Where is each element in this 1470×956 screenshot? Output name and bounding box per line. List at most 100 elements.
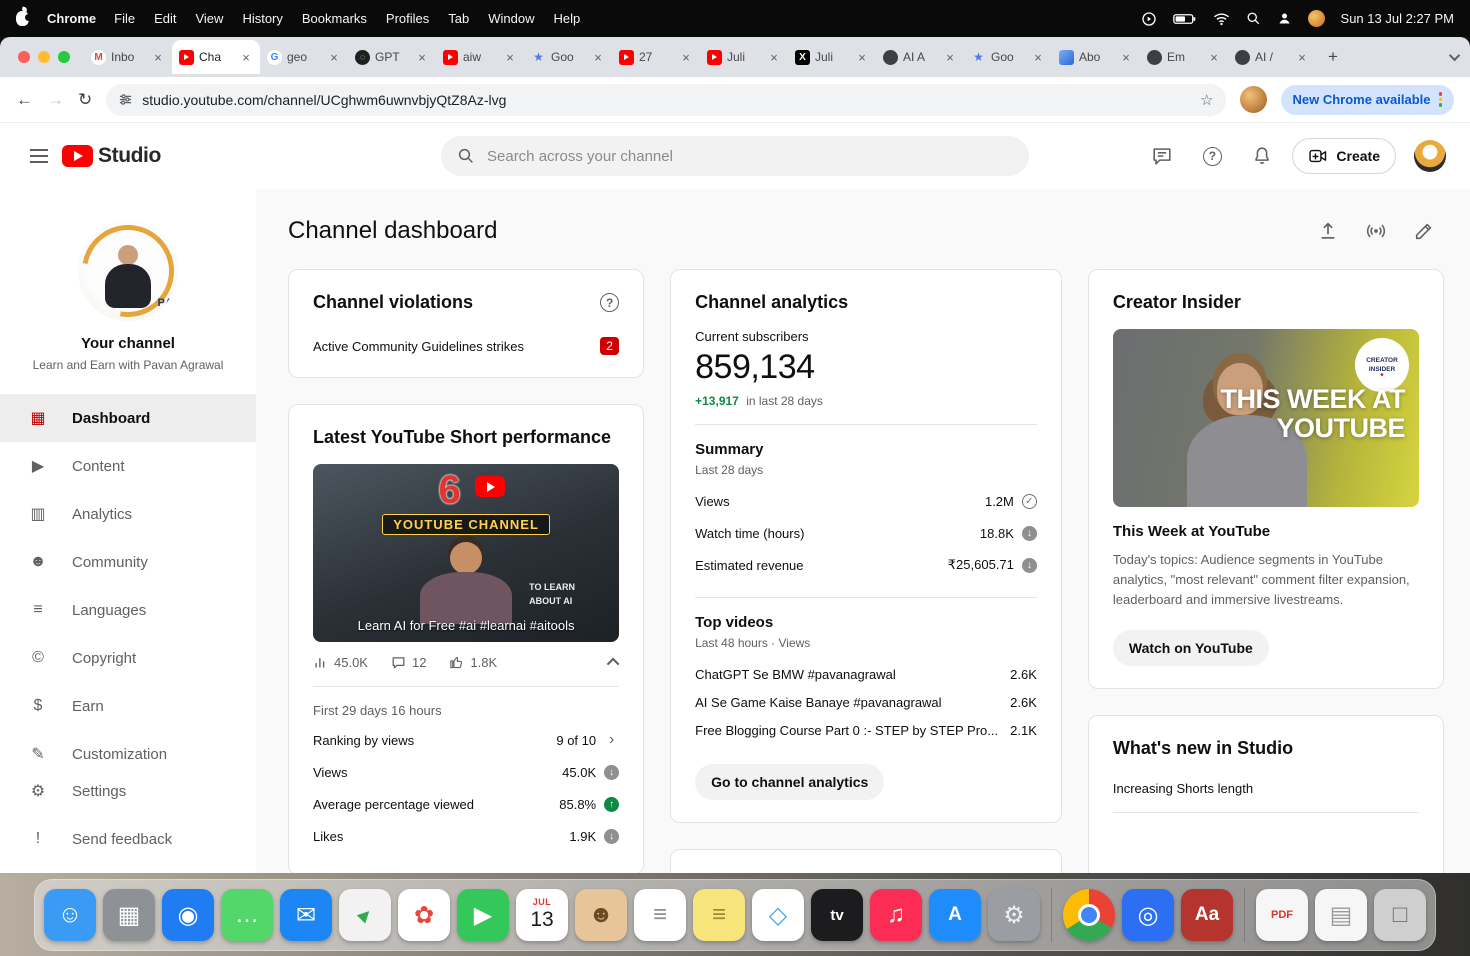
tab-close-icon[interactable]: [767, 50, 781, 64]
user-switch-icon[interactable]: [1277, 11, 1292, 26]
notes-icon[interactable]: ≡: [693, 889, 745, 941]
appstore-icon[interactable]: A: [929, 889, 981, 941]
studio-search-bar[interactable]: [441, 136, 1029, 176]
launchpad-icon[interactable]: ▦: [103, 889, 155, 941]
top-video-row[interactable]: ChatGPT Se BMW #pavanagrawal 2.6K: [695, 660, 1037, 688]
tab-close-icon[interactable]: [591, 50, 605, 64]
sidebar-item-settings[interactable]: ⚙ Settings: [0, 767, 256, 815]
watch-on-youtube-button[interactable]: Watch on YouTube: [1113, 630, 1269, 666]
violations-help-icon[interactable]: [600, 293, 619, 312]
browser-tab[interactable]: Abo: [1052, 40, 1140, 74]
site-settings-icon[interactable]: [118, 92, 133, 107]
freeform-icon[interactable]: ◇: [752, 889, 804, 941]
browser-tab[interactable]: GPT: [348, 40, 436, 74]
short-metric-row[interactable]: Average percentage viewed 85.8%: [313, 788, 619, 820]
bookmark-star-icon[interactable]: [1200, 91, 1213, 109]
browser-tab[interactable]: Juli: [788, 40, 876, 74]
browser-tab[interactable]: 27: [612, 40, 700, 74]
menubar-item[interactable]: File: [114, 11, 135, 26]
calendar-icon[interactable]: JUL 13: [516, 889, 568, 941]
menubar-avatar[interactable]: [1308, 10, 1325, 27]
menubar-item[interactable]: Profiles: [386, 11, 429, 26]
sidebar-item-content[interactable]: ▶ Content: [0, 442, 256, 490]
tab-close-icon[interactable]: [1295, 50, 1309, 64]
new-tab-button[interactable]: [1320, 44, 1346, 70]
browser-tab[interactable]: Goo: [524, 40, 612, 74]
go-to-analytics-button[interactable]: Go to channel analytics: [695, 764, 884, 800]
close-window-button[interactable]: [18, 51, 30, 63]
facetime-icon[interactable]: ▶: [457, 889, 509, 941]
browser-tab[interactable]: AI /: [1228, 40, 1316, 74]
back-button[interactable]: ←: [16, 90, 33, 110]
creator-insider-thumbnail[interactable]: CREATOR INSIDER THIS WEEK AT YOUTUBE: [1113, 329, 1419, 507]
menubar-item[interactable]: History: [242, 11, 282, 26]
edit-pencil-icon[interactable]: [1404, 211, 1444, 251]
summary-metric-row[interactable]: Watch time (hours) 18.8K: [695, 517, 1037, 549]
tab-close-icon[interactable]: [239, 50, 253, 64]
tab-close-icon[interactable]: [1031, 50, 1045, 64]
wifi-icon[interactable]: [1213, 12, 1230, 26]
minimize-window-button[interactable]: [38, 51, 50, 63]
upload-video-icon[interactable]: [1308, 211, 1348, 251]
menubar-item[interactable]: Window: [488, 11, 534, 26]
tab-close-icon[interactable]: [151, 50, 165, 64]
now-playing-icon[interactable]: [1141, 11, 1157, 27]
hamburger-menu-icon[interactable]: [30, 155, 48, 157]
sidebar-item-send-feedback[interactable]: ! Send feedback: [0, 815, 256, 863]
trash-icon[interactable]: □: [1374, 889, 1426, 941]
dictionary-icon[interactable]: Aa: [1181, 889, 1233, 941]
channel-avatar-small[interactable]: [1414, 140, 1446, 172]
tab-close-icon[interactable]: [1119, 50, 1133, 64]
top-video-row[interactable]: AI Se Game Kaise Banaye #pavanagrawal 2.…: [695, 688, 1037, 716]
sidebar-item-earn[interactable]: $ Earn: [0, 682, 256, 730]
safari-icon[interactable]: ◉: [162, 889, 214, 941]
finder-icon[interactable]: ☺: [44, 889, 96, 941]
youtube-studio-logo[interactable]: Studio: [62, 144, 161, 168]
battery-icon[interactable]: [1173, 12, 1197, 26]
browser-tab[interactable]: Juli: [700, 40, 788, 74]
whats-new-item[interactable]: Increasing Shorts length: [1113, 781, 1419, 813]
sidebar-item-dashboard[interactable]: ▦ Dashboard: [0, 394, 256, 442]
spotlight-search-icon[interactable]: [1246, 11, 1261, 26]
maps-icon[interactable]: ▲: [339, 889, 391, 941]
apple-menu-icon[interactable]: [16, 11, 29, 26]
sidebar-item-languages[interactable]: ≡ Languages: [0, 586, 256, 634]
go-live-icon[interactable]: [1356, 211, 1396, 251]
strikes-row[interactable]: Active Community Guidelines strikes 2: [313, 337, 619, 355]
browser-tab[interactable]: AI A: [876, 40, 964, 74]
short-video-thumbnail[interactable]: 6 YOUTUBE CHANNEL TO LEARN ABOUT AI Lear…: [313, 464, 619, 642]
chrome-icon[interactable]: [1063, 889, 1115, 941]
mail-icon[interactable]: ✉: [280, 889, 332, 941]
menubar-item[interactable]: Tab: [448, 11, 469, 26]
tab-close-icon[interactable]: [1207, 50, 1221, 64]
collapse-chevron-icon[interactable]: [607, 658, 620, 671]
tab-close-icon[interactable]: [327, 50, 341, 64]
active-app-menu[interactable]: Chrome: [47, 11, 96, 26]
messages-icon[interactable]: …: [221, 889, 273, 941]
forward-button[interactable]: →: [47, 90, 64, 110]
studio-search-input[interactable]: [487, 148, 1013, 165]
browser-tab[interactable]: Inbo: [84, 40, 172, 74]
blue-app-icon[interactable]: ◎: [1122, 889, 1174, 941]
notifications-bell-icon[interactable]: [1242, 136, 1282, 176]
zoom-window-button[interactable]: [58, 51, 70, 63]
menubar-item[interactable]: Bookmarks: [302, 11, 367, 26]
short-metric-row[interactable]: Views 45.0K: [313, 756, 619, 788]
channel-avatar-large[interactable]: PAVAN: [78, 221, 178, 321]
contacts-icon[interactable]: ☻: [575, 889, 627, 941]
browser-profile-avatar[interactable]: [1240, 86, 1267, 113]
browser-tab[interactable]: geo: [260, 40, 348, 74]
help-icon[interactable]: [1192, 136, 1232, 176]
address-bar[interactable]: [106, 84, 1225, 116]
settings-icon[interactable]: ⚙: [988, 889, 1040, 941]
music-icon[interactable]: ♫: [870, 889, 922, 941]
top-video-row[interactable]: Free Blogging Course Part 0 :- STEP by S…: [695, 716, 1037, 744]
menubar-item[interactable]: Edit: [154, 11, 176, 26]
summary-metric-row[interactable]: Estimated revenue ₹25,605.71: [695, 549, 1037, 581]
create-button[interactable]: Create: [1292, 138, 1396, 174]
chrome-update-button[interactable]: New Chrome available: [1281, 85, 1455, 115]
browser-tab[interactable]: aiw: [436, 40, 524, 74]
tab-close-icon[interactable]: [679, 50, 693, 64]
sidebar-item-analytics[interactable]: ▥ Analytics: [0, 490, 256, 538]
browser-tab[interactable]: Goo: [964, 40, 1052, 74]
